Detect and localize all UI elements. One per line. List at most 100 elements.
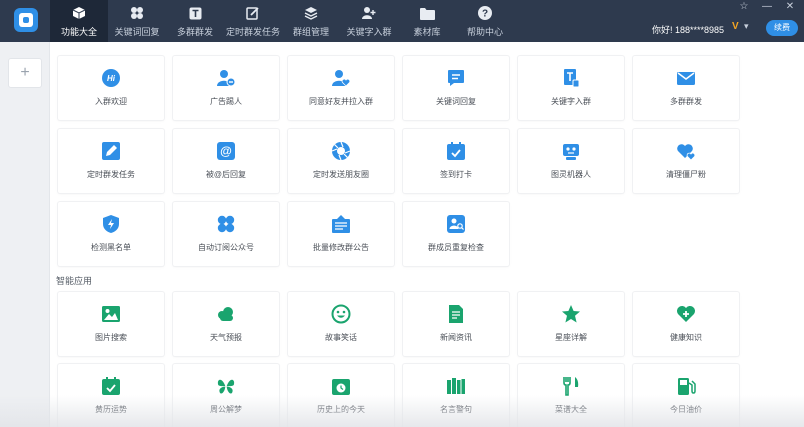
app-card-almanac[interactable]: 黄历运势 [58,364,164,427]
feature-label: 群成员重复检查 [428,243,484,252]
app-label: 黄历运势 [95,405,127,414]
add-account-button[interactable]: + [8,58,42,88]
feature-card-keyword-join[interactable]: 关键字入群 [518,56,624,120]
tab-label: 功能大全 [60,27,97,37]
app-card-history-today[interactable]: 历史上的今天 [288,364,394,427]
feature-label: 关键字入群 [551,97,591,106]
feature-card-keyword-reply[interactable]: 关键词回复 [403,56,509,120]
svg-text:Hi: Hi [107,74,116,83]
butterfly-icon [216,376,236,396]
hearts-icon [676,141,696,161]
shield-bolt-icon [101,214,121,234]
feature-card-multi-send[interactable]: 多群群发 [633,56,739,120]
account-dropdown[interactable]: ▾ [744,21,749,32]
calendar-check-icon [446,141,466,161]
cloud-icon [216,304,236,324]
tab-all-features[interactable]: 功能大全 [50,0,108,42]
user-greeting: 你好! 188****8985 [652,25,725,35]
close-icon[interactable]: ✕ [780,0,800,14]
app-label: 名言警句 [440,405,472,414]
feature-label: 清理僵尸粉 [666,170,706,179]
fuel-icon [676,376,696,396]
main-tabs: 功能大全 关键词回复 多群群发 定时群发任务 群组管理 关键字入群 素材库 ? … [50,0,514,42]
app-label: 新闻资讯 [440,333,472,342]
tab-keyword-reply[interactable]: 关键词回复 [108,0,166,42]
feature-card-check-in[interactable]: 签到打卡 [403,129,509,193]
tab-group-management[interactable]: 群组管理 [282,0,340,42]
app-card-recipes[interactable]: 菜谱大全 [518,364,624,427]
app-card-weather[interactable]: 天气预报 [173,292,279,356]
svg-text:?: ? [482,9,488,20]
tab-material-library[interactable]: 素材库 [398,0,456,42]
smile-icon [331,304,351,324]
app-label: 今日油价 [670,405,702,414]
app-label: 故事笑话 [325,333,357,342]
text-box-icon [187,5,203,21]
tab-multi-group-send[interactable]: 多群群发 [166,0,224,42]
app-card-quotes[interactable]: 名言警句 [403,364,509,427]
app-card-jokes[interactable]: 故事笑话 [288,292,394,356]
svg-text:@: @ [220,144,232,158]
tab-help-center[interactable]: ? 帮助中心 [456,0,514,42]
app-card-image-search[interactable]: 图片搜索 [58,292,164,356]
app-label: 图片搜索 [95,333,127,342]
app-label: 健康知识 [670,333,702,342]
feature-label: 签到打卡 [440,170,472,179]
feature-card-accept-friend[interactable]: 同意好友并拉入群 [288,56,394,120]
tab-label: 定时群发任务 [225,27,280,37]
feature-label: 同意好友并拉入群 [309,97,373,106]
tab-scheduled-send[interactable]: 定时群发任务 [224,0,282,42]
feature-card-blacklist-check[interactable]: 检测黑名单 [58,202,164,266]
feature-card-auto-subscribe[interactable]: 自动订阅公众号 [173,202,279,266]
help-icon: ? [477,5,493,21]
aperture-icon [331,141,351,161]
user-remove-icon [216,68,236,88]
hi-bubble-icon: Hi [101,68,121,88]
app-label: 菜谱大全 [555,405,587,414]
robot-icon [561,141,581,161]
tab-keyword-join[interactable]: 关键字入群 [340,0,398,42]
heart-plus-icon [676,304,696,324]
books-icon [446,376,466,396]
image-icon [101,304,121,324]
feature-card-moments-schedule[interactable]: 定时发送朋友圈 [288,129,394,193]
feature-label: 定时群发任务 [87,170,135,179]
app-label: 历史上的今天 [317,405,365,414]
feature-label: 批量修改群公告 [313,243,369,252]
feature-card-turing-robot[interactable]: 图灵机器人 [518,129,624,193]
feature-card-scheduled-task[interactable]: 定时群发任务 [58,129,164,193]
feature-card-duplicate-member[interactable]: 群成员重复检查 [403,202,509,266]
feature-card-batch-notice[interactable]: 批量修改群公告 [288,202,394,266]
utensils-icon [561,376,581,396]
feature-label: 广告踢人 [210,97,242,106]
feature-panel: Hi 入群欢迎 广告踢人 同意好友并拉入群 关键词回复 关键字入群 多群群发 定… [50,42,804,427]
app-card-oil-price[interactable]: 今日油价 [633,364,739,427]
left-rail: + [0,42,50,427]
app-card-health[interactable]: 健康知识 [633,292,739,356]
app-card-news[interactable]: 新闻资讯 [403,292,509,356]
pin-icon[interactable]: ☆ [734,0,754,14]
app-card-horoscope[interactable]: 星座详解 [518,292,624,356]
feature-label: 入群欢迎 [95,97,127,106]
app-label: 天气预报 [210,333,242,342]
clover-icon [129,5,145,21]
feature-card-join-welcome[interactable]: Hi 入群欢迎 [58,56,164,120]
doc-t-icon [561,68,581,88]
minimize-icon[interactable]: — [757,0,777,14]
star-icon [561,304,581,324]
feature-card-ad-kick[interactable]: 广告踢人 [173,56,279,120]
feature-card-at-reply[interactable]: @ 被@后回复 [173,129,279,193]
feature-label: 关键词回复 [436,97,476,106]
feature-label: 图灵机器人 [551,170,591,179]
news-icon [446,304,466,324]
feature-label: 被@后回复 [205,170,247,179]
app-label: 星座详解 [555,333,587,342]
renew-button[interactable]: 续费 [766,20,798,36]
tab-label: 多群群发 [176,27,213,37]
feature-card-clean-zombie[interactable]: 清理僵尸粉 [633,129,739,193]
feature-label: 自动订阅公众号 [198,243,254,252]
clover-icon [216,214,236,234]
vip-badge: V [732,21,739,32]
app-card-dream[interactable]: 周公解梦 [173,364,279,427]
app-logo [14,8,38,32]
